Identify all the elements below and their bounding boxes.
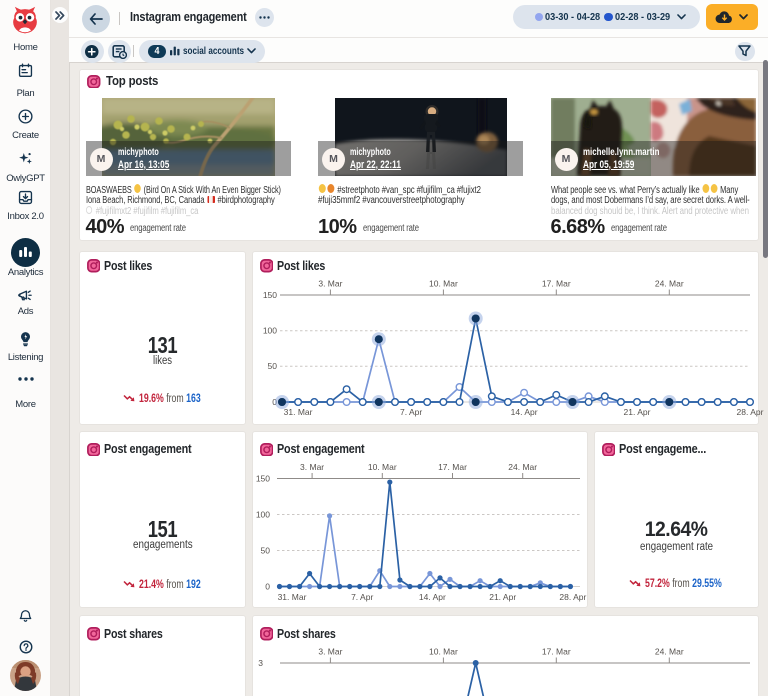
svg-text:7. Apr: 7. Apr: [351, 592, 373, 602]
svg-text:17. Mar: 17. Mar: [438, 462, 467, 472]
svg-text:28. Apr: 28. Apr: [737, 407, 764, 417]
svg-text:24. Mar: 24. Mar: [655, 647, 684, 657]
svg-text:100: 100: [263, 326, 277, 336]
svg-text:150: 150: [263, 290, 277, 300]
svg-text:14. Apr: 14. Apr: [419, 592, 446, 602]
svg-text:3. Mar: 3. Mar: [300, 462, 324, 472]
svg-text:21. Apr: 21. Apr: [489, 592, 516, 602]
svg-text:3. Mar: 3. Mar: [318, 647, 342, 657]
svg-text:50: 50: [261, 545, 271, 555]
svg-text:31. Mar: 31. Mar: [284, 407, 313, 417]
svg-text:21. Apr: 21. Apr: [624, 407, 651, 417]
svg-text:50: 50: [268, 361, 278, 371]
svg-text:24. Mar: 24. Mar: [508, 462, 537, 472]
svg-text:3: 3: [258, 658, 263, 668]
svg-text:14. Apr: 14. Apr: [511, 407, 538, 417]
svg-text:10. Mar: 10. Mar: [429, 279, 458, 289]
svg-text:28. Apr: 28. Apr: [559, 592, 586, 602]
svg-text:31. Mar: 31. Mar: [278, 592, 307, 602]
svg-text:24. Mar: 24. Mar: [655, 279, 684, 289]
svg-text:7. Apr: 7. Apr: [400, 407, 422, 417]
svg-text:3. Mar: 3. Mar: [318, 279, 342, 289]
svg-text:10. Mar: 10. Mar: [429, 647, 458, 657]
svg-text:0: 0: [265, 581, 270, 591]
svg-text:10. Mar: 10. Mar: [368, 462, 397, 472]
svg-text:17. Mar: 17. Mar: [542, 647, 571, 657]
svg-text:17. Mar: 17. Mar: [542, 279, 571, 289]
svg-text:150: 150: [256, 473, 270, 483]
svg-text:100: 100: [256, 509, 270, 519]
